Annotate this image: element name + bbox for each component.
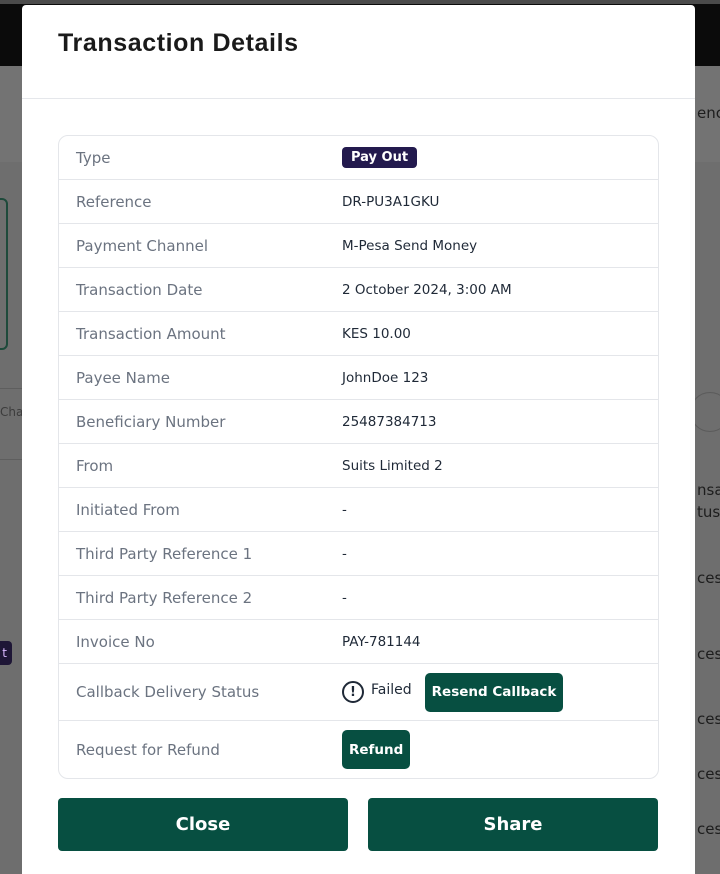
background-right-text: tus <box>697 503 720 521</box>
row-value: Refund <box>342 730 411 769</box>
background-left-badge: t <box>0 641 12 665</box>
row-value: Pay Out <box>342 147 418 168</box>
modal-header: Transaction Details <box>22 5 695 99</box>
row-label: Third Party Reference 2 <box>76 588 253 607</box>
row-request-for-refund: Request for Refund Refund <box>59 721 658 778</box>
row-payee-name: Payee Name JohnDoe 123 <box>59 356 658 400</box>
share-button[interactable]: Share <box>368 798 658 851</box>
row-value: ! Failed Resend Callback <box>342 672 564 712</box>
row-value: - <box>342 589 347 606</box>
row-label: Callback Delivery Status <box>76 683 260 701</box>
row-value: PAY-781144 <box>342 633 421 650</box>
row-callback-delivery-status: Callback Delivery Status ! Failed Resend… <box>59 664 658 721</box>
row-label: Third Party Reference 1 <box>76 544 253 563</box>
background-card <box>0 198 8 350</box>
background-right-text: nsa <box>697 481 720 499</box>
row-transaction-amount: Transaction Amount KES 10.00 <box>59 312 658 356</box>
row-label: Type <box>76 148 111 167</box>
details-table: Type Pay Out Reference DR-PU3A1GKU Payme… <box>58 135 659 779</box>
row-value: - <box>342 501 347 518</box>
row-invoice-no: Invoice No PAY-781144 <box>59 620 658 664</box>
row-type: Type Pay Out <box>59 136 658 180</box>
transaction-details-modal: Transaction Details Type Pay Out Referen… <box>22 5 695 874</box>
alert-circle-icon: ! <box>342 681 364 703</box>
callback-status-text: Failed <box>371 682 412 698</box>
row-label: Request for Refund <box>76 740 220 759</box>
background-right-text: ces <box>697 820 720 838</box>
modal-title: Transaction Details <box>58 29 299 57</box>
background-right-text: ces <box>697 569 720 587</box>
row-value: Suits Limited 2 <box>342 457 443 474</box>
row-third-party-reference-2: Third Party Reference 2 - <box>59 576 658 620</box>
row-from: From Suits Limited 2 <box>59 444 658 488</box>
row-label: Reference <box>76 192 152 211</box>
row-value: 25487384713 <box>342 413 437 430</box>
row-label: Transaction Amount <box>76 324 226 343</box>
close-button[interactable]: Close <box>58 798 348 851</box>
row-value: - <box>342 545 347 562</box>
background-right-text: ces <box>697 710 720 728</box>
refund-button[interactable]: Refund <box>342 730 411 769</box>
row-label: Beneficiary Number <box>76 412 226 431</box>
background-divider <box>0 388 22 460</box>
row-value: KES 10.00 <box>342 325 411 342</box>
row-payment-channel: Payment Channel M-Pesa Send Money <box>59 224 658 268</box>
row-label: Transaction Date <box>76 280 203 299</box>
background-right-text: ces <box>697 765 720 783</box>
row-beneficiary-number: Beneficiary Number 25487384713 <box>59 400 658 444</box>
row-label: Payee Name <box>76 368 170 387</box>
row-label: From <box>76 456 114 475</box>
row-value: 2 October 2024, 3:00 AM <box>342 281 512 298</box>
row-value: M-Pesa Send Money <box>342 237 478 254</box>
row-value: JohnDoe 123 <box>342 369 429 386</box>
background-right-text: ces <box>697 645 720 663</box>
row-label: Initiated From <box>76 500 180 519</box>
row-third-party-reference-1: Third Party Reference 1 - <box>59 532 658 576</box>
row-label: Payment Channel <box>76 236 209 255</box>
row-value: DR-PU3A1GKU <box>342 193 440 210</box>
row-label: Invoice No <box>76 632 155 651</box>
resend-callback-button[interactable]: Resend Callback <box>424 672 564 712</box>
row-reference: Reference DR-PU3A1GKU <box>59 180 658 224</box>
type-badge: Pay Out <box>342 147 418 168</box>
background-right-text: enc <box>697 104 720 122</box>
row-transaction-date: Transaction Date 2 October 2024, 3:00 AM <box>59 268 658 312</box>
row-initiated-from: Initiated From - <box>59 488 658 532</box>
background-top-bar-line <box>0 0 720 4</box>
background-left-text: Cha <box>0 405 24 419</box>
